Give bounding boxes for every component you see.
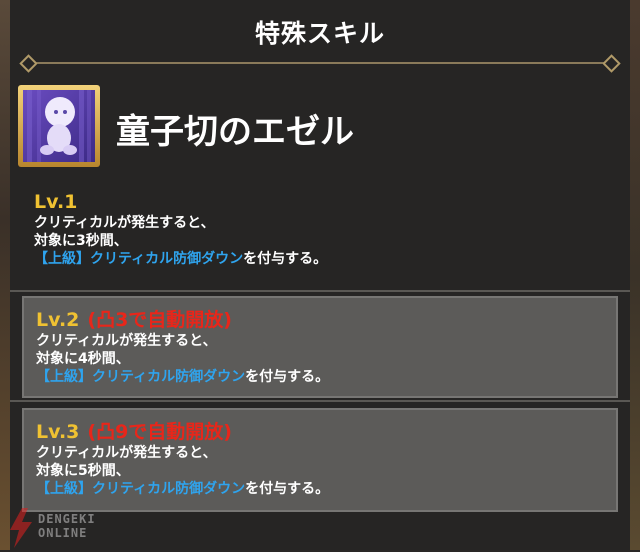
skill-icon-frame	[18, 85, 100, 167]
level-2-line2: 対象に4秒間、	[36, 351, 130, 367]
purple-character-icon	[23, 90, 95, 162]
watermark-line2: ONLINE	[38, 526, 88, 540]
watermark-text: DENGEKI ONLINE	[38, 512, 96, 540]
separator-line	[10, 290, 630, 292]
watermark-logo: DENGEKI ONLINE	[8, 508, 138, 550]
level-3-header: Lv.3 (凸9で自動開放)	[24, 420, 616, 444]
divider-line	[32, 62, 608, 64]
level-3-effect: 【上級】クリティカル防御ダウン	[36, 481, 246, 497]
level-2-header: Lv.2 (凸3で自動開放)	[24, 308, 616, 332]
level-1-line1: クリティカルが発生すると、	[34, 215, 215, 231]
level-1-line3: 【上級】クリティカル防御ダウンを付与する。	[22, 250, 618, 268]
background-left-edge	[0, 0, 10, 550]
level-3-line3: 【上級】クリティカル防御ダウンを付与する。	[24, 480, 616, 498]
level-1-line2: 対象に3秒間、	[34, 233, 128, 249]
lightning-bolt-icon	[10, 508, 32, 548]
level-2-block: Lv.2 (凸3で自動開放) クリティカルが発生すると、 対象に4秒間、 【上級】…	[22, 296, 618, 398]
level-2-unlock: (凸3で自動開放)	[87, 309, 232, 331]
level-1-block: Lv.1 クリティカルが発生すると、 対象に3秒間、 【上級】クリティカル防御ダ…	[22, 190, 618, 268]
background-right-edge	[630, 0, 640, 550]
panel-title: 特殊スキル	[254, 19, 385, 48]
level-2-effect: 【上級】クリティカル防御ダウン	[36, 369, 246, 385]
level-3-unlock: (凸9で自動開放)	[87, 421, 232, 443]
skill-name: 童子切のエゼル	[116, 112, 354, 152]
diamond-ornament-left	[19, 54, 38, 73]
level-2-label: Lv.2	[36, 309, 80, 331]
level-3-label: Lv.3	[36, 421, 80, 443]
special-skill-panel: 特殊スキル 童子切のエゼル Lv.1 クリティカルが発生すると、 対象に3秒間、…	[10, 0, 630, 550]
watermark-line1: DENGEKI	[38, 512, 96, 526]
level-3-line1: クリティカルが発生すると、	[36, 445, 217, 461]
level-1-effect: 【上級】クリティカル防御ダウン	[34, 251, 244, 267]
level-1-suffix: を付与する。	[243, 251, 328, 267]
level-2-line1: クリティカルが発生すると、	[36, 333, 217, 349]
title-divider	[19, 54, 621, 73]
level-1-header: Lv.1	[22, 190, 618, 214]
level-2-line3: 【上級】クリティカル防御ダウンを付与する。	[24, 368, 616, 386]
separator-line	[10, 400, 630, 402]
level-3-suffix: を付与する。	[245, 481, 330, 497]
level-1-label: Lv.1	[34, 191, 78, 213]
level-2-suffix: を付与する。	[245, 369, 330, 385]
diamond-ornament-right	[602, 54, 621, 73]
level-3-line2: 対象に5秒間、	[36, 463, 130, 479]
level-3-block: Lv.3 (凸9で自動開放) クリティカルが発生すると、 対象に5秒間、 【上級】…	[22, 408, 618, 512]
